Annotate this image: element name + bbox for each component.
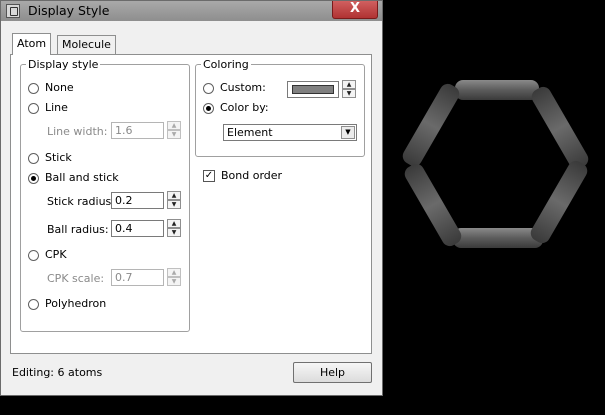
status-text: Editing: 6 atoms [12, 366, 103, 379]
down-arrow-icon[interactable]: ▼ [342, 89, 356, 98]
bond-lower-right [530, 160, 588, 244]
custom-color-stepper[interactable]: ▲ ▼ [342, 80, 356, 99]
color-by-value: Element [227, 126, 273, 139]
label-stick: Stick [45, 151, 72, 164]
down-arrow-icon[interactable]: ▼ [167, 228, 181, 237]
down-arrow-icon[interactable]: ▼ [167, 200, 181, 209]
up-arrow-icon[interactable]: ▲ [167, 191, 181, 200]
label-bond-order: Bond order [221, 169, 283, 182]
radio-ball-and-stick[interactable] [28, 173, 39, 184]
label-none: None [45, 81, 74, 94]
line-width-stepper[interactable]: ▲ ▼ [167, 121, 181, 140]
radio-polyhedron[interactable] [28, 299, 39, 310]
close-button[interactable]: X [332, 1, 378, 19]
bond-lower-left [404, 163, 462, 247]
help-button[interactable]: Help [293, 362, 372, 383]
label-line-width: Line width: [47, 125, 108, 138]
cpk-scale-stepper[interactable]: ▲ ▼ [167, 268, 181, 287]
window-title: Display Style [28, 3, 110, 18]
display-style-legend: Display style [28, 58, 99, 71]
radio-cpk[interactable] [28, 250, 39, 261]
chevron-down-icon[interactable]: ▼ [341, 126, 355, 139]
app-icon [6, 4, 20, 18]
label-polyhedron: Polyhedron [45, 297, 107, 310]
up-arrow-icon[interactable]: ▲ [167, 121, 181, 130]
label-ball-and-stick: Ball and stick [45, 171, 119, 184]
line-width-field[interactable]: 1.6 [111, 122, 164, 139]
label-line: Line [45, 101, 68, 114]
tab-molecule[interactable]: Molecule [57, 35, 116, 54]
bond-order-checkbox[interactable]: ✓ [203, 170, 215, 182]
tab-atom[interactable]: Atom [12, 33, 52, 55]
radio-color-by[interactable] [203, 103, 214, 114]
label-ball-radius: Ball radius: [47, 223, 109, 236]
up-arrow-icon[interactable]: ▲ [167, 219, 181, 228]
label-cpk-scale: CPK scale: [47, 272, 105, 285]
bond-top [455, 80, 539, 100]
label-stick-radius: Stick radius: [47, 195, 115, 208]
title-bar[interactable]: Display Style X [1, 1, 382, 21]
bond-bottom [453, 228, 543, 248]
up-arrow-icon[interactable]: ▲ [342, 80, 356, 89]
display-style-dialog: Display Style X Atom Molecule Display st… [0, 0, 383, 396]
ball-radius-stepper[interactable]: ▲ ▼ [167, 219, 181, 238]
label-color-by: Color by: [220, 101, 269, 114]
radio-stick[interactable] [28, 153, 39, 164]
stick-radius-stepper[interactable]: ▲ ▼ [167, 191, 181, 210]
hexagon-ring [402, 80, 589, 248]
radio-line[interactable] [28, 103, 39, 114]
label-cpk: CPK [45, 248, 67, 261]
atom-tab-panel: Display style None Line Line width: 1.6 … [10, 54, 372, 354]
down-arrow-icon[interactable]: ▼ [167, 130, 181, 139]
down-arrow-icon[interactable]: ▼ [167, 277, 181, 286]
coloring-legend: Coloring [203, 58, 249, 71]
radio-none[interactable] [28, 83, 39, 94]
up-arrow-icon[interactable]: ▲ [167, 268, 181, 277]
molecule-viewport[interactable] [383, 0, 605, 412]
color-swatch-fill [292, 85, 334, 94]
custom-color-swatch[interactable] [287, 81, 339, 98]
radio-custom-color[interactable] [203, 83, 214, 94]
bond-upper-right [531, 86, 589, 170]
color-by-select[interactable]: Element ▼ [223, 124, 357, 141]
ball-radius-field[interactable]: 0.4 [111, 220, 164, 237]
stick-radius-field[interactable]: 0.2 [111, 192, 164, 209]
label-custom-color: Custom: [220, 81, 266, 94]
bond-upper-left [402, 83, 460, 167]
molecule-render [402, 80, 589, 248]
cpk-scale-field[interactable]: 0.7 [111, 269, 164, 286]
